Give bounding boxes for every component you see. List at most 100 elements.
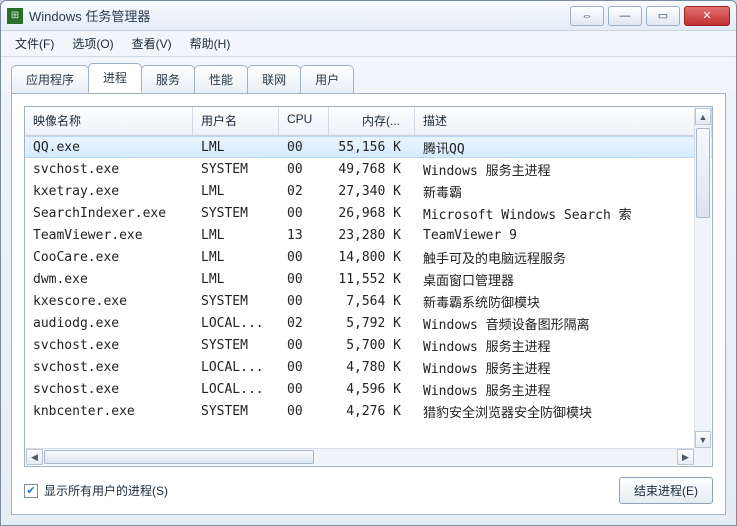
minimize-button[interactable]: — — [608, 6, 642, 26]
tab-processes[interactable]: 进程 — [88, 63, 142, 93]
cell-cpu: 00 — [279, 382, 329, 397]
cell-image-name: svchost.exe — [25, 360, 193, 375]
column-headers: 映像名称 用户名 CPU 内存(... 描述 — [25, 107, 712, 136]
cell-description: 桌面窗口管理器 — [415, 270, 712, 289]
cell-user-name: LML — [193, 272, 279, 287]
cell-memory: 4,780 K — [329, 360, 415, 375]
vertical-scroll-track[interactable] — [695, 126, 711, 430]
cell-memory: 5,792 K — [329, 316, 415, 331]
tab-applications[interactable]: 应用程序 — [11, 65, 89, 94]
show-all-users-label: 显示所有用户的进程(S) — [44, 482, 168, 499]
cell-memory: 11,552 K — [329, 272, 415, 287]
menu-help[interactable]: 帮助(H) — [182, 32, 239, 55]
tab-networking[interactable]: 联网 — [247, 65, 301, 94]
cell-description: Windows 服务主进程 — [415, 160, 712, 179]
cell-image-name: svchost.exe — [25, 162, 193, 177]
cell-description: Windows 服务主进程 — [415, 358, 712, 377]
cell-cpu: 00 — [279, 338, 329, 353]
cell-memory: 27,340 K — [329, 184, 415, 199]
process-list: 映像名称 用户名 CPU 内存(... 描述 QQ.exeLML0055,156… — [24, 106, 713, 467]
cell-description: Windows 音频设备图形隔离 — [415, 314, 712, 333]
end-process-button[interactable]: 结束进程(E) — [619, 477, 713, 504]
table-row[interactable]: TeamViewer.exeLML1323,280 KTeamViewer 9 — [25, 224, 712, 246]
table-row[interactable]: QQ.exeLML0055,156 K腾讯QQ — [25, 136, 712, 158]
app-icon: ⊞ — [7, 8, 23, 24]
table-row[interactable]: kxetray.exeLML0227,340 K新毒霸 — [25, 180, 712, 202]
cell-image-name: SearchIndexer.exe — [25, 206, 193, 221]
tab-users[interactable]: 用户 — [300, 65, 354, 94]
maximize-button[interactable]: ▭ — [646, 6, 680, 26]
scroll-up-arrow-icon[interactable]: ▲ — [695, 108, 711, 125]
col-header-memory[interactable]: 内存(... — [329, 107, 415, 135]
cell-description: 触手可及的电脑远程服务 — [415, 248, 712, 267]
cell-image-name: TeamViewer.exe — [25, 228, 193, 243]
cell-description: Windows 服务主进程 — [415, 336, 712, 355]
cell-user-name: LML — [193, 228, 279, 243]
cell-cpu: 13 — [279, 228, 329, 243]
col-header-image-name[interactable]: 映像名称 — [25, 107, 193, 135]
window-controls: ⇔ — ▭ ✕ — [570, 6, 730, 26]
cell-image-name: svchost.exe — [25, 382, 193, 397]
table-row[interactable]: SearchIndexer.exeSYSTEM0026,968 KMicroso… — [25, 202, 712, 224]
window-title: Windows 任务管理器 — [29, 6, 570, 25]
table-row[interactable]: CooCare.exeLML0014,800 K触手可及的电脑远程服务 — [25, 246, 712, 268]
table-row[interactable]: svchost.exeSYSTEM0049,768 KWindows 服务主进程 — [25, 158, 712, 180]
col-header-cpu[interactable]: CPU — [279, 107, 329, 135]
cell-description: 新毒霸系统防御模块 — [415, 292, 712, 311]
menu-options[interactable]: 选项(O) — [64, 32, 121, 55]
horizontal-scrollbar[interactable]: ◀ ▶ — [26, 448, 694, 465]
col-header-user-name[interactable]: 用户名 — [193, 107, 279, 135]
cell-description: TeamViewer 9 — [415, 228, 712, 243]
vertical-scrollbar[interactable]: ▲ ▼ — [694, 108, 711, 448]
scroll-down-arrow-icon[interactable]: ▼ — [695, 431, 711, 448]
titlebar[interactable]: ⊞ Windows 任务管理器 ⇔ — ▭ ✕ — [1, 1, 736, 31]
horizontal-scroll-thumb[interactable] — [44, 450, 314, 464]
table-row[interactable]: kxescore.exeSYSTEM007,564 K新毒霸系统防御模块 — [25, 290, 712, 312]
cell-user-name: SYSTEM — [193, 206, 279, 221]
cell-user-name: LML — [193, 184, 279, 199]
scroll-right-arrow-icon[interactable]: ▶ — [677, 449, 694, 465]
cell-image-name: svchost.exe — [25, 338, 193, 353]
cell-cpu: 00 — [279, 360, 329, 375]
cell-description: Windows 服务主进程 — [415, 380, 712, 399]
menu-view[interactable]: 查看(V) — [124, 32, 180, 55]
cell-cpu: 00 — [279, 162, 329, 177]
cell-user-name: SYSTEM — [193, 294, 279, 309]
cell-image-name: kxescore.exe — [25, 294, 193, 309]
table-row[interactable]: svchost.exeLOCAL...004,780 KWindows 服务主进… — [25, 356, 712, 378]
table-row[interactable]: dwm.exeLML0011,552 K桌面窗口管理器 — [25, 268, 712, 290]
cell-user-name: SYSTEM — [193, 404, 279, 419]
cell-image-name: CooCare.exe — [25, 250, 193, 265]
cell-cpu: 00 — [279, 250, 329, 265]
table-row[interactable]: audiodg.exeLOCAL...025,792 KWindows 音频设备… — [25, 312, 712, 334]
task-manager-window: ⊞ Windows 任务管理器 ⇔ — ▭ ✕ 文件(F) 选项(O) 查看(V… — [0, 0, 737, 526]
table-row[interactable]: svchost.exeLOCAL...004,596 KWindows 服务主进… — [25, 378, 712, 400]
show-all-users-checkbox[interactable]: ✔ — [24, 484, 38, 498]
menu-file[interactable]: 文件(F) — [7, 32, 62, 55]
restore-down-button[interactable]: ⇔ — [570, 6, 604, 26]
table-row[interactable]: svchost.exeSYSTEM005,700 KWindows 服务主进程 — [25, 334, 712, 356]
scrollbar-corner — [694, 448, 711, 465]
vertical-scroll-thumb[interactable] — [696, 128, 710, 218]
cell-cpu: 00 — [279, 140, 329, 155]
cell-cpu: 00 — [279, 272, 329, 287]
cell-memory: 14,800 K — [329, 250, 415, 265]
menubar: 文件(F) 选项(O) 查看(V) 帮助(H) — [1, 31, 736, 57]
close-button[interactable]: ✕ — [684, 6, 730, 26]
cell-user-name: LOCAL... — [193, 382, 279, 397]
tab-services[interactable]: 服务 — [141, 65, 195, 94]
cell-description: 腾讯QQ — [415, 138, 712, 157]
cell-user-name: LOCAL... — [193, 360, 279, 375]
cell-cpu: 00 — [279, 294, 329, 309]
tab-performance[interactable]: 性能 — [194, 65, 248, 94]
table-row[interactable]: knbcenter.exeSYSTEM004,276 K猎豹安全浏览器安全防御模… — [25, 400, 712, 422]
cell-image-name: QQ.exe — [25, 140, 193, 155]
process-list-body: QQ.exeLML0055,156 K腾讯QQsvchost.exeSYSTEM… — [25, 136, 712, 466]
tabstrip: 应用程序 进程 服务 性能 联网 用户 — [1, 57, 736, 93]
cell-memory: 5,700 K — [329, 338, 415, 353]
cell-user-name: SYSTEM — [193, 338, 279, 353]
cell-description: 猎豹安全浏览器安全防御模块 — [415, 402, 712, 421]
processes-panel: 映像名称 用户名 CPU 内存(... 描述 QQ.exeLML0055,156… — [11, 93, 726, 515]
scroll-left-arrow-icon[interactable]: ◀ — [26, 449, 43, 465]
col-header-description[interactable]: 描述 — [415, 107, 712, 135]
